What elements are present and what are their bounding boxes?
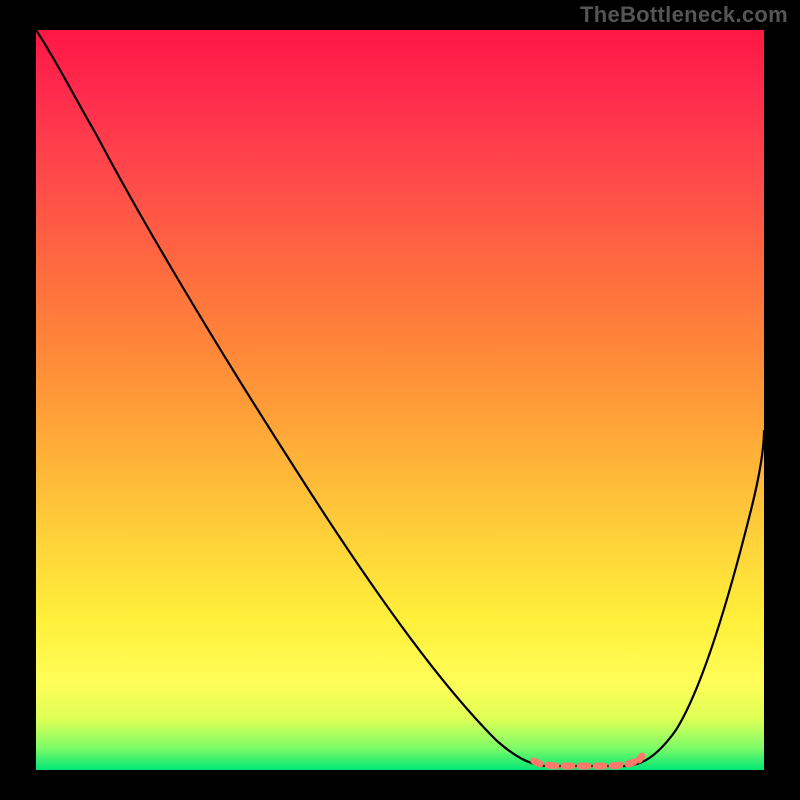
chart-frame: TheBottleneck.com — [0, 0, 800, 800]
plot-area — [36, 30, 764, 770]
watermark-text: TheBottleneck.com — [580, 2, 788, 28]
main-curve — [36, 30, 764, 766]
curve-layer — [36, 30, 764, 770]
flat-band-markers — [534, 756, 642, 766]
